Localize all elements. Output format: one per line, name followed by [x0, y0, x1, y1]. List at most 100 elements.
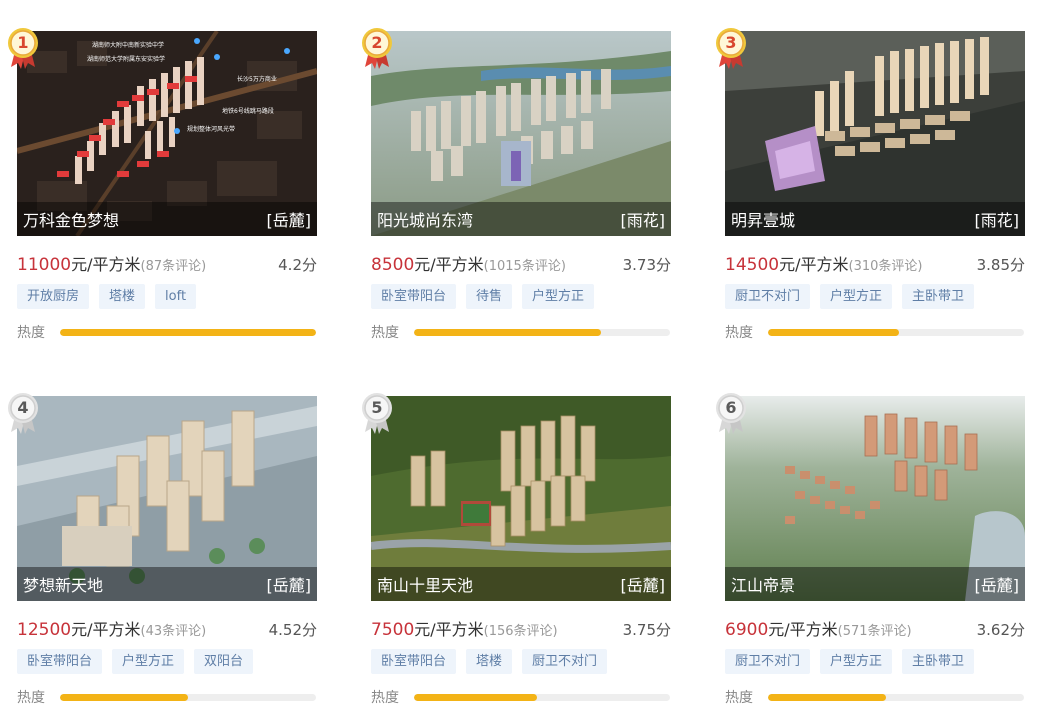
photo-caption: 梦想新天地 [岳麓]	[17, 567, 317, 601]
svg-text:地铁6号线跳马路段: 地铁6号线跳马路段	[222, 107, 274, 115]
property-card[interactable]: 阳光城尚东湾 [雨花] 2 8500元/平方米(1015条评论) 3.73分 卧…	[362, 28, 671, 342]
property-card[interactable]: 江山帝景 [岳麓] 6 6900元/平方米(571条评论) 3.62分 厨卫不对…	[716, 393, 1025, 707]
feature-tag[interactable]: 户型方正	[820, 284, 893, 309]
rating-score: 3.62分	[976, 621, 1025, 639]
heat-label: 热度	[17, 325, 45, 341]
feature-tag[interactable]: 户型方正	[522, 284, 595, 309]
heat-meter: 热度	[17, 322, 317, 342]
svg-text:规划整体河风光带: 规划整体河风光带	[187, 125, 235, 133]
price-line: 6900元/平方米(571条评论) 3.62分	[725, 616, 1025, 640]
photo-caption: 江山帝景 [岳麓]	[725, 567, 1025, 601]
property-name[interactable]: 江山帝景	[731, 572, 795, 596]
heat-track	[60, 328, 316, 336]
feature-tag[interactable]: 塔楼	[466, 649, 513, 674]
feature-tag[interactable]: loft	[155, 284, 197, 309]
feature-tag[interactable]: 塔楼	[99, 284, 146, 309]
heat-track	[414, 693, 670, 701]
rank-medal-icon: 1	[7, 25, 43, 69]
heat-fill	[414, 328, 601, 336]
heat-track	[768, 328, 1024, 336]
price-value: 7500	[371, 620, 415, 640]
feature-tag[interactable]: 厨卫不对门	[725, 284, 811, 309]
feature-tag[interactable]: 开放厨房	[17, 284, 90, 309]
feature-tag[interactable]: 厨卫不对门	[725, 649, 811, 674]
price-line: 14500元/平方米(310条评论) 3.85分	[725, 251, 1025, 275]
heat-track	[768, 693, 1024, 701]
district-label: [雨花]	[620, 211, 666, 230]
heat-fill	[768, 693, 886, 701]
review-count[interactable]: (310条评论)	[849, 259, 923, 274]
photo-caption: 南山十里天池 [岳麓]	[371, 567, 671, 601]
price-unit: 元/平方米	[71, 255, 141, 274]
property-name[interactable]: 南山十里天池	[377, 572, 473, 596]
rating-score: 4.2分	[278, 256, 317, 274]
heat-fill	[414, 693, 537, 701]
photo-caption: 明昇壹城 [雨花]	[725, 202, 1025, 236]
property-card[interactable]: 明昇壹城 [雨花] 3 14500元/平方米(310条评论) 3.85分 厨卫不…	[716, 28, 1025, 342]
review-count[interactable]: (87条评论)	[141, 259, 207, 274]
property-name[interactable]: 梦想新天地	[23, 572, 103, 596]
rank-medal-icon: 6	[715, 390, 751, 434]
property-name[interactable]: 明昇壹城	[731, 207, 795, 231]
district-label: [岳麓]	[620, 576, 666, 595]
district-label: [岳麓]	[974, 576, 1020, 595]
rank-number: 1	[17, 33, 29, 52]
property-photo[interactable]: 江山帝景 [岳麓]	[725, 396, 1025, 601]
property-card[interactable]: 南山十里天池 [岳麓] 5 7500元/平方米(156条评论) 3.75分 卧室…	[362, 393, 671, 707]
feature-tag[interactable]: 卧室带阳台	[371, 649, 457, 674]
property-photo[interactable]: 梦想新天地 [岳麓]	[17, 396, 317, 601]
heat-meter: 热度	[371, 322, 671, 342]
heat-fill	[60, 328, 316, 336]
price-value: 6900	[725, 620, 769, 640]
tag-list: 卧室带阳台 待售 户型方正	[371, 284, 671, 309]
review-count[interactable]: (156条评论)	[484, 624, 558, 639]
rank-medal-icon: 5	[361, 390, 397, 434]
photo-caption: 万科金色梦想 [岳麓]	[17, 202, 317, 236]
district-label: [岳麓]	[266, 211, 312, 230]
property-card[interactable]: 湖南师大附中南新实验中学 湖南师范大学附属东安实验学 地铁6号线跳马路段 长沙5…	[8, 28, 317, 342]
rating-score: 3.75分	[622, 621, 671, 639]
rank-number: 2	[371, 33, 383, 52]
feature-tag[interactable]: 户型方正	[112, 649, 185, 674]
review-count[interactable]: (43条评论)	[141, 624, 207, 639]
property-photo[interactable]: 明昇壹城 [雨花]	[725, 31, 1025, 236]
price-value: 14500	[725, 255, 780, 275]
heat-label: 热度	[371, 690, 399, 706]
property-photo[interactable]: 南山十里天池 [岳麓]	[371, 396, 671, 601]
feature-tag[interactable]: 主卧带卫	[902, 284, 975, 309]
rank-medal-icon: 4	[7, 390, 43, 434]
feature-tag[interactable]: 双阳台	[194, 649, 254, 674]
feature-tag[interactable]: 厨卫不对门	[522, 649, 608, 674]
svg-text:湖南师范大学附属东安实验学: 湖南师范大学附属东安实验学	[87, 55, 165, 63]
price-line: 8500元/平方米(1015条评论) 3.73分	[371, 251, 671, 275]
feature-tag[interactable]: 主卧带卫	[902, 649, 975, 674]
rank-number: 3	[725, 33, 737, 52]
rank-number: 6	[725, 398, 737, 417]
rank-number: 4	[17, 398, 29, 417]
feature-tag[interactable]: 户型方正	[820, 649, 893, 674]
price-unit: 元/平方米	[414, 255, 484, 274]
photo-caption: 阳光城尚东湾 [雨花]	[371, 202, 671, 236]
property-photo[interactable]: 湖南师大附中南新实验中学 湖南师范大学附属东安实验学 地铁6号线跳马路段 长沙5…	[17, 31, 317, 236]
property-card[interactable]: 梦想新天地 [岳麓] 4 12500元/平方米(43条评论) 4.52分 卧室带…	[8, 393, 317, 707]
rank-number: 5	[371, 398, 383, 417]
feature-tag[interactable]: 卧室带阳台	[17, 649, 103, 674]
price-line: 7500元/平方米(156条评论) 3.75分	[371, 616, 671, 640]
price-value: 8500	[371, 255, 415, 275]
heat-meter: 热度	[725, 687, 1025, 707]
heat-track	[414, 328, 670, 336]
price-value: 12500	[17, 620, 72, 640]
property-name[interactable]: 万科金色梦想	[23, 207, 119, 231]
tag-list: 厨卫不对门 户型方正 主卧带卫	[725, 649, 1025, 674]
heat-label: 热度	[725, 690, 753, 706]
property-photo[interactable]: 阳光城尚东湾 [雨花]	[371, 31, 671, 236]
district-label: [雨花]	[974, 211, 1020, 230]
review-count[interactable]: (571条评论)	[838, 624, 912, 639]
rating-score: 4.52分	[268, 621, 317, 639]
feature-tag[interactable]: 卧室带阳台	[371, 284, 457, 309]
price-unit: 元/平方米	[414, 620, 484, 639]
property-name[interactable]: 阳光城尚东湾	[377, 207, 473, 231]
price-unit: 元/平方米	[779, 255, 849, 274]
feature-tag[interactable]: 待售	[466, 284, 513, 309]
review-count[interactable]: (1015条评论)	[484, 259, 566, 274]
